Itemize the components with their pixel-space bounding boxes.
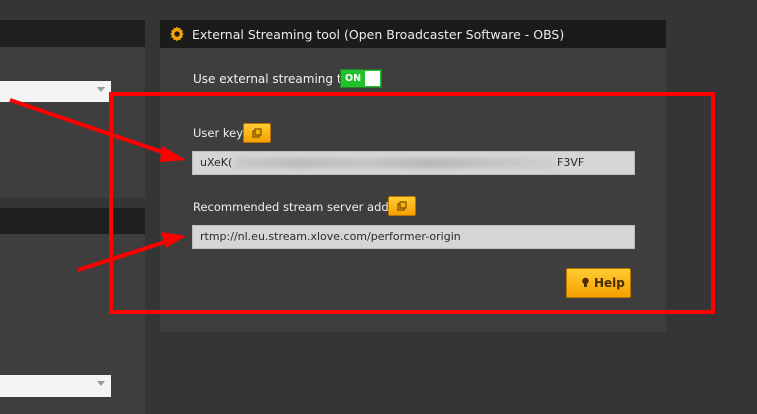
arrow-to-user-key — [9, 98, 169, 156]
arrow-to-user-key-head — [160, 146, 186, 162]
arrow-to-server-head — [161, 232, 186, 248]
arrow-to-server — [77, 239, 169, 272]
annotation-arrows — [9, 98, 186, 272]
